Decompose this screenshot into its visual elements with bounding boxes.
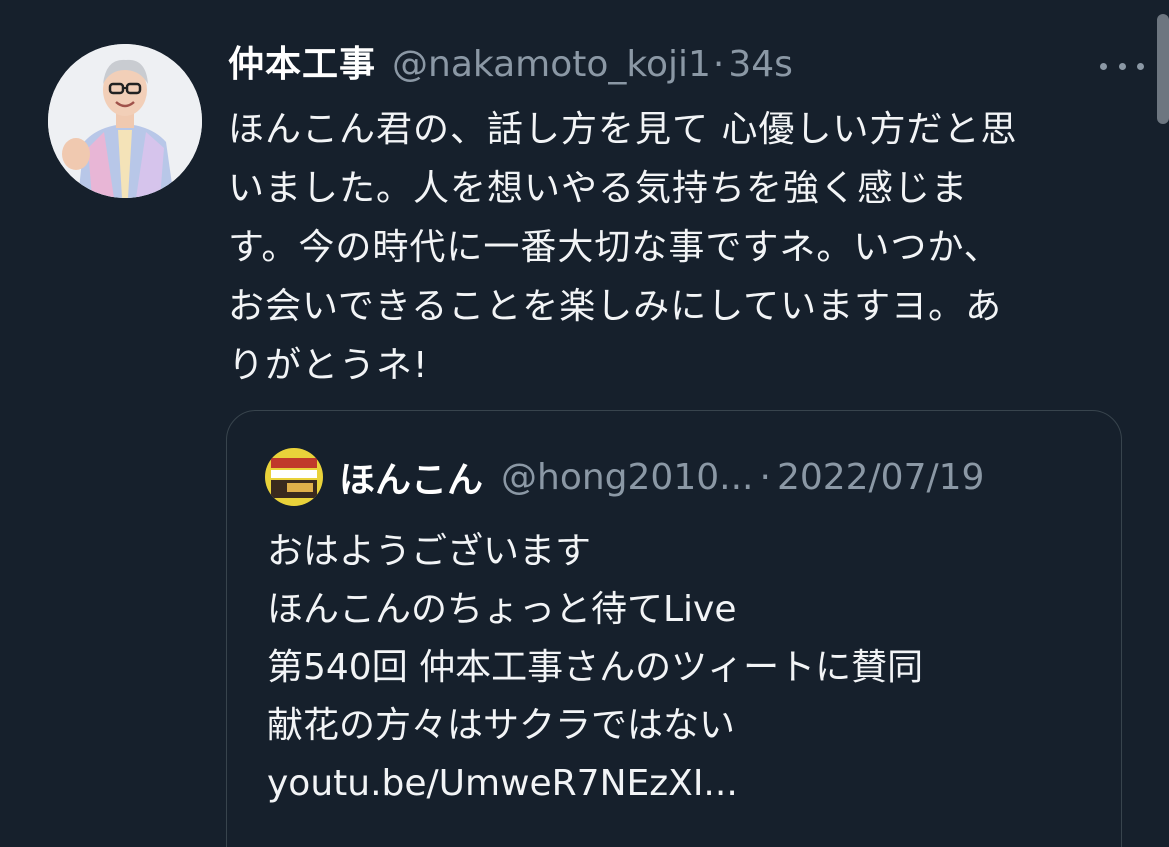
quoted-author-handle: @hong2010...	[501, 456, 754, 498]
quoted-author-avatar	[265, 448, 323, 506]
tweet-text: ほんこん君の、話し方を見て 心優しい方だと思 いました。人を想いやる気持ちを強く…	[228, 109, 1018, 386]
more-dot	[1118, 62, 1126, 70]
author-avatar[interactable]	[48, 44, 202, 198]
quoted-tweet-text: おはようございます ほんこんのちょっと待てLive 第540回 仲本工事さんのツ…	[267, 531, 924, 804]
more-horizontal-icon[interactable]	[1100, 56, 1144, 76]
more-dot	[1100, 62, 1107, 70]
tweet-body: 仲本工事 @nakamoto_koji1 · 34s ほんこん君の、話し方を見て…	[228, 36, 1144, 395]
quoted-tweet-header: ほんこん @hong2010... · 2022/07/19	[265, 447, 984, 507]
scrollbar-thumb[interactable]	[1157, 14, 1169, 124]
quoted-tweet-card[interactable]: ほんこん @hong2010... · 2022/07/19 おはようございます…	[226, 410, 1122, 847]
quoted-author-display-name: ほんこん	[339, 460, 484, 501]
quoted-header-separator: ·	[759, 456, 771, 498]
more-dot	[1137, 62, 1144, 70]
header-separator: ·	[712, 44, 725, 85]
author-handle[interactable]: @nakamoto_koji1	[392, 36, 711, 94]
tweet-timestamp[interactable]: 34s	[728, 36, 793, 94]
quoted-tweet-date: 2022/07/19	[776, 456, 985, 498]
tweet[interactable]: 仲本工事 @nakamoto_koji1 · 34s ほんこん君の、話し方を見て…	[0, 0, 1169, 847]
author-display-name[interactable]: 仲本工事	[228, 36, 376, 94]
tweet-header: 仲本工事 @nakamoto_koji1 · 34s	[228, 36, 1128, 94]
